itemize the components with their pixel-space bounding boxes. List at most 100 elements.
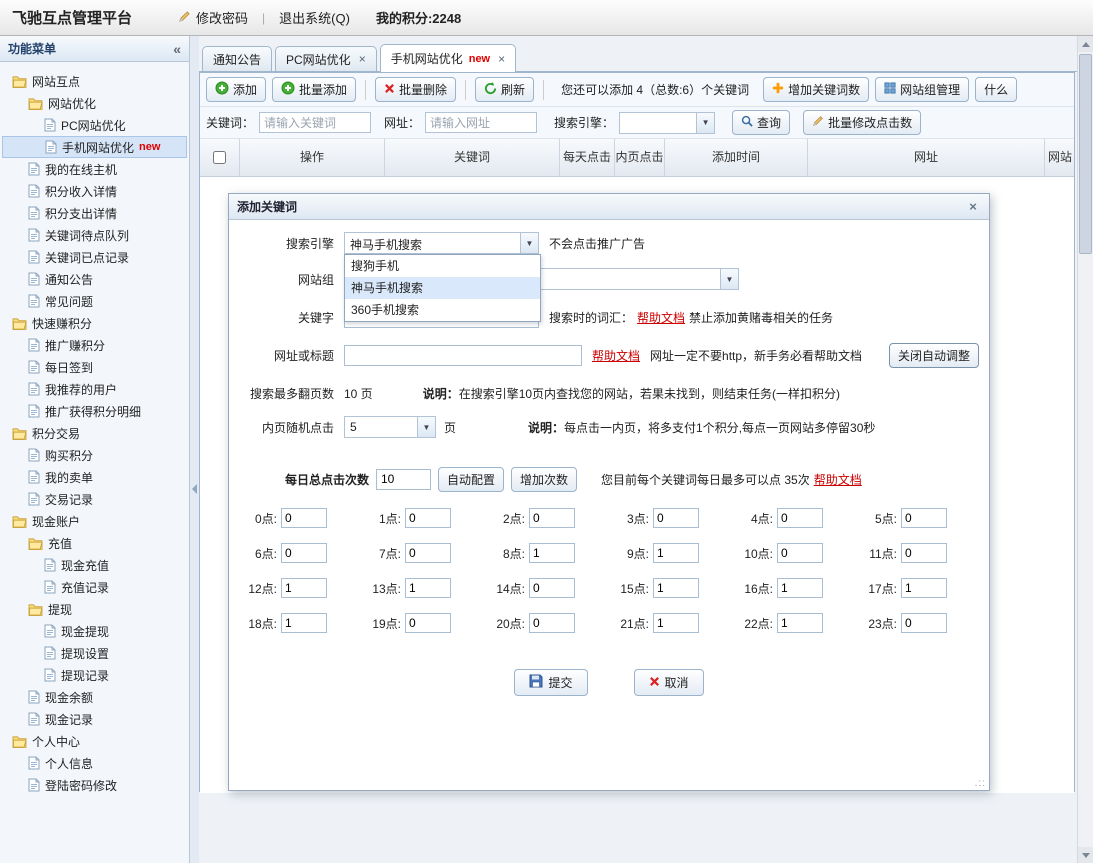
column-header-添加时间[interactable]: 添加时间 — [665, 139, 808, 176]
tree-item-积分收入详情[interactable]: 积分收入详情 — [2, 180, 187, 202]
tree-item-充值[interactable]: 充值 — [2, 532, 187, 554]
hour-input[interactable] — [405, 578, 451, 598]
hour-input[interactable] — [777, 613, 823, 633]
tree-item-每日签到[interactable]: 每日签到 — [2, 356, 187, 378]
scroll-down-icon[interactable] — [1078, 847, 1093, 863]
tree-item-现金记录[interactable]: 现金记录 — [2, 708, 187, 730]
scroll-up-icon[interactable] — [1078, 36, 1093, 52]
hour-input[interactable] — [529, 578, 575, 598]
batch-add-button[interactable]: 批量添加 — [272, 77, 356, 102]
auto-config-button[interactable]: 自动配置 — [438, 467, 504, 492]
tree-item-购买积分[interactable]: 购买积分 — [2, 444, 187, 466]
hour-input[interactable] — [777, 508, 823, 528]
hour-input[interactable] — [529, 613, 575, 633]
submit-button[interactable]: 提交 — [514, 669, 587, 696]
hour-input[interactable] — [653, 578, 699, 598]
dropdown-option-360手机搜索[interactable]: 360手机搜索 — [345, 299, 540, 321]
tree-item-现金余额[interactable]: 现金余额 — [2, 686, 187, 708]
refresh-button[interactable]: 刷新 — [475, 77, 534, 102]
tree-item-常见问题[interactable]: 常见问题 — [2, 290, 187, 312]
query-button[interactable]: 查询 — [732, 110, 790, 135]
daily-total-input[interactable] — [376, 469, 431, 490]
vertical-scrollbar[interactable] — [1077, 36, 1093, 863]
tree-item-登陆密码修改[interactable]: 登陆密码修改 — [2, 774, 187, 796]
tree-item-充值记录[interactable]: 充值记录 — [2, 576, 187, 598]
daily-help-link[interactable]: 帮助文档 — [814, 471, 862, 488]
tree-item-现金账户[interactable]: 现金账户 — [2, 510, 187, 532]
cancel-button[interactable]: 取消 — [634, 669, 704, 696]
hour-input[interactable] — [901, 613, 947, 633]
tree-item-提现设置[interactable]: 提现设置 — [2, 642, 187, 664]
tree-item-网站互点[interactable]: 网站互点 — [2, 70, 187, 92]
chevron-down-icon[interactable]: ▼ — [720, 269, 738, 289]
chevron-down-icon[interactable]: ▼ — [520, 233, 538, 253]
hour-input[interactable] — [529, 508, 575, 528]
select-all-checkbox[interactable] — [213, 151, 226, 164]
tree-item-我的在线主机[interactable]: 我的在线主机 — [2, 158, 187, 180]
url-search-input[interactable] — [425, 112, 537, 133]
tree-item-推广赚积分[interactable]: 推广赚积分 — [2, 334, 187, 356]
tab-通知公告[interactable]: 通知公告 — [202, 46, 272, 71]
tree-item-快速赚积分[interactable]: 快速赚积分 — [2, 312, 187, 334]
tree-item-网站优化[interactable]: 网站优化 — [2, 92, 187, 114]
increase-count-button[interactable]: 增加次数 — [511, 467, 577, 492]
hour-input[interactable] — [777, 578, 823, 598]
column-header-网站[interactable]: 网站 — [1045, 139, 1074, 176]
column-header-每天点击[interactable]: 每天点击 — [560, 139, 615, 176]
hour-input[interactable] — [405, 613, 451, 633]
tab-close-icon[interactable]: × — [359, 52, 366, 66]
url-input[interactable] — [344, 345, 582, 366]
hour-input[interactable] — [901, 508, 947, 528]
tab-PC网站优化[interactable]: PC网站优化× — [275, 46, 377, 71]
column-header-关键词[interactable]: 关键词 — [385, 139, 560, 176]
hour-input[interactable] — [529, 543, 575, 563]
tree-item-个人中心[interactable]: 个人中心 — [2, 730, 187, 752]
tree-item-手机网站优化[interactable]: 手机网站优化new — [2, 136, 187, 158]
hour-input[interactable] — [901, 543, 947, 563]
dropdown-option-搜狗手机[interactable]: 搜狗手机 — [345, 255, 540, 277]
hour-input[interactable] — [281, 613, 327, 633]
hour-input[interactable] — [281, 543, 327, 563]
hour-input[interactable] — [281, 508, 327, 528]
tree-item-交易记录[interactable]: 交易记录 — [2, 488, 187, 510]
sidebar-collapse-icon[interactable]: « — [173, 41, 181, 57]
tree-item-个人信息[interactable]: 个人信息 — [2, 752, 187, 774]
hour-input[interactable] — [777, 543, 823, 563]
increase-keywords-button[interactable]: 增加关键词数 — [763, 77, 869, 102]
chevron-down-icon[interactable]: ▼ — [417, 417, 435, 437]
column-header-网址[interactable]: 网址 — [808, 139, 1045, 176]
inner-click-select[interactable]: 5 ▼ — [344, 416, 436, 438]
dialog-titlebar[interactable]: 添加关键词 × — [229, 194, 989, 220]
tree-item-积分交易[interactable]: 积分交易 — [2, 422, 187, 444]
close-auto-adjust-button[interactable]: 关闭自动调整 — [889, 343, 979, 368]
tree-item-现金充值[interactable]: 现金充值 — [2, 554, 187, 576]
keyword-help-link[interactable]: 帮助文档 — [637, 309, 685, 326]
dialog-resize-grip[interactable]: .:: — [975, 778, 986, 789]
batch-modify-clicks-button[interactable]: 批量修改点击数 — [803, 110, 921, 135]
hour-input[interactable] — [653, 613, 699, 633]
tree-item-提现记录[interactable]: 提现记录 — [2, 664, 187, 686]
layout-splitter[interactable] — [190, 36, 199, 863]
tab-手机网站优化[interactable]: 手机网站优化new× — [380, 44, 516, 72]
tree-item-关键词已点记录[interactable]: 关键词已点记录 — [2, 246, 187, 268]
tree-item-PC网站优化[interactable]: PC网站优化 — [2, 114, 187, 136]
chevron-down-icon[interactable]: ▼ — [696, 113, 714, 133]
collapse-left-icon[interactable] — [192, 484, 197, 494]
tree-item-现金提现[interactable]: 现金提现 — [2, 620, 187, 642]
tree-item-积分支出详情[interactable]: 积分支出详情 — [2, 202, 187, 224]
tree-item-推广获得积分明细[interactable]: 推广获得积分明细 — [2, 400, 187, 422]
tree-item-关键词待点队列[interactable]: 关键词待点队列 — [2, 224, 187, 246]
hour-input[interactable] — [405, 508, 451, 528]
hour-input[interactable] — [653, 508, 699, 528]
hour-input[interactable] — [405, 543, 451, 563]
close-icon[interactable]: × — [965, 199, 981, 215]
engine-filter-select[interactable]: ▼ — [619, 112, 715, 134]
tree-item-我推荐的用户[interactable]: 我推荐的用户 — [2, 378, 187, 400]
engine-select[interactable]: 神马手机搜索 ▼ — [344, 232, 539, 254]
hour-input[interactable] — [653, 543, 699, 563]
add-button[interactable]: 添加 — [206, 77, 266, 102]
truncated-help-button[interactable]: 什么 — [975, 77, 1017, 102]
dropdown-option-神马手机搜索[interactable]: 神马手机搜索 — [345, 277, 540, 299]
tree-item-提现[interactable]: 提现 — [2, 598, 187, 620]
hour-input[interactable] — [281, 578, 327, 598]
